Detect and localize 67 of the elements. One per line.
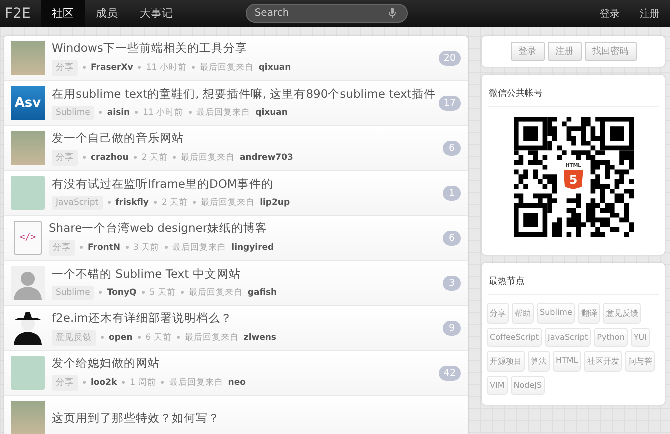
site-logo[interactable]: F2E (0, 6, 41, 22)
reply-count: 1 (443, 186, 461, 200)
last-reply-label: 最后回复来自 (184, 332, 239, 344)
last-reply-label: 最后回复来自 (201, 196, 256, 208)
photo-placeholder (11, 401, 45, 434)
author-link[interactable]: friskfly (116, 198, 149, 208)
topic-title[interactable]: Share一个台湾web designer妹纸的博客 (49, 220, 436, 236)
card-title: 最热节点 (488, 263, 659, 295)
post-time: 2 天前 (162, 196, 188, 208)
topic-title[interactable]: f2e.im还木有详细部署说明档么？ (52, 310, 436, 326)
post-time: 1 周前 (130, 376, 156, 388)
last-reply-label: 最后回复来自 (196, 106, 251, 118)
author-link[interactable]: loo2k (91, 378, 118, 388)
person-silhouette-icon (11, 266, 45, 300)
topic-title[interactable]: 发一个自己做的音乐网站 (52, 130, 436, 146)
search-field[interactable]: Search (246, 4, 408, 23)
card-title: 微信公共帐号 (488, 75, 659, 107)
nav-tab[interactable]: 社区 (40, 0, 85, 27)
last-reply-label: 最后回复来自 (169, 376, 224, 388)
last-reply-user-link[interactable]: lip2up (260, 198, 290, 208)
post-time: 11 小时前 (146, 62, 187, 74)
reply-count: 3 (443, 276, 461, 290)
last-reply-label: 最后回复来自 (188, 286, 243, 298)
logo-avatar: Asv (11, 86, 45, 120)
post-time: 3 天前 (134, 242, 160, 254)
author-link[interactable]: TonyQ (107, 288, 137, 298)
author-link[interactable]: open (109, 332, 133, 342)
author-link[interactable]: FrontN (88, 242, 121, 252)
account-link[interactable]: 注册 (630, 6, 670, 20)
code-file-icon: </> (14, 221, 42, 255)
last-reply-label: 最后回复来自 (180, 152, 235, 164)
topic-title[interactable]: 一个不错的 Sublime Text 中文网站 (52, 266, 436, 282)
masked-figure-icon (11, 311, 45, 345)
nav-tab[interactable]: 大事记 (128, 0, 184, 27)
last-reply-user-link[interactable]: andrew703 (240, 152, 294, 162)
post-time: 2 天前 (142, 152, 168, 164)
reply-count: 17 (438, 96, 461, 110)
cartoon-avatar (11, 176, 45, 210)
reply-count: 9 (443, 320, 461, 336)
post-time: 6 天前 (146, 332, 172, 344)
reply-count: 6 (443, 230, 461, 246)
post-time: 11 小时前 (143, 106, 184, 118)
author-link[interactable]: crazhou (91, 152, 129, 162)
nav-tab[interactable]: 成员 (84, 0, 129, 27)
topic-title[interactable]: 有没有试过在监听Iframe里的DOM事件的 (52, 176, 436, 192)
last-reply-label: 最后回复来自 (200, 62, 254, 74)
account-link[interactable]: 登录 (590, 6, 630, 20)
cartoon-avatar (11, 356, 45, 390)
last-reply-user-link[interactable]: qixuan (256, 108, 288, 118)
author-link[interactable]: FraserXv (91, 62, 134, 72)
last-reply-label: 最后回复来自 (172, 242, 227, 254)
last-reply-user-link[interactable]: gafish (248, 288, 278, 298)
author-link[interactable]: aisin (107, 108, 130, 118)
last-reply-user-link[interactable]: zlwens (244, 332, 276, 342)
last-reply-user-link[interactable]: qixuan (258, 62, 292, 72)
microphone-icon (388, 8, 396, 19)
reply-count: 42 (438, 366, 461, 380)
reply-count: 6 (443, 140, 461, 156)
reply-count: 20 (438, 50, 461, 66)
last-reply-user-link[interactable]: neo (228, 378, 246, 388)
last-reply-user-link[interactable]: lingyired (232, 242, 274, 252)
html5-shield: 5 (564, 170, 584, 190)
photo-placeholder (11, 41, 45, 75)
topic-title[interactable]: Windows下一些前端相关的工具分享 (52, 40, 432, 56)
topic-title[interactable]: 发个给媳妇做的网站 (52, 356, 432, 370)
photo-placeholder (11, 131, 45, 165)
post-time: 5 天前 (150, 286, 176, 298)
